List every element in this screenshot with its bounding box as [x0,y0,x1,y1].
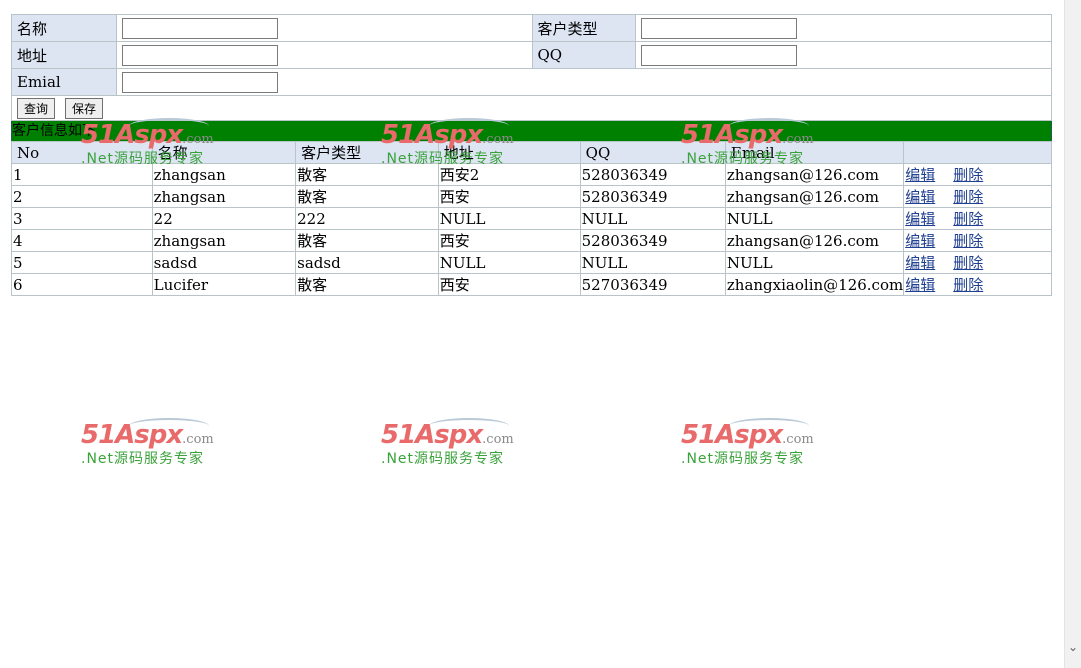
cell-qq: 528036349 [579,229,726,252]
customer-grid: No 名称 客户类型 地址 QQ Email 1 zhangsan 散客 西安2… [11,141,1052,296]
cell-qq: 528036349 [579,185,726,208]
cell-email: zhangxiaolin@126.com [724,273,905,296]
cell-email: zhangsan@126.com [724,185,905,208]
cell-customer-type: 222 [295,207,439,230]
cell-name: Lucifer [151,273,297,296]
table-row: 6 Lucifer 散客 西安 527036349 zhangxiaolin@1… [11,273,1052,296]
customer-type-label: 客户类型 [531,14,637,42]
cell-no: 5 [11,251,153,274]
header-actions [903,141,1052,164]
email-input[interactable] [121,71,278,93]
cell-actions: 编辑 删除 [903,251,1052,274]
cell-address: 西安 [437,185,581,208]
cell-email: NULL [724,251,905,274]
header-name: 名称 [151,141,297,164]
form-row-buttons: 查询 保存 [11,95,1052,121]
cell-qq: NULL [579,251,726,274]
cell-address: NULL [437,251,581,274]
table-row: 4 zhangsan 散客 西安 528036349 zhangsan@126.… [11,229,1052,252]
delete-link[interactable]: 删除 [953,232,983,250]
watermark-logo: 51Aspx.com .Net源码服务专家 [81,418,214,467]
delete-link[interactable]: 删除 [953,254,983,272]
grid-title: 客户信息如下 [11,121,1052,141]
save-button[interactable]: 保存 [65,97,104,119]
cell-name: zhangsan [151,229,297,252]
cell-actions: 编辑 删除 [903,185,1052,208]
cell-actions: 编辑 删除 [903,207,1052,230]
name-label: 名称 [11,14,117,42]
cell-address: 西安2 [437,163,581,186]
form-row-name: 名称 客户类型 [11,14,1052,42]
cell-name: sadsd [151,251,297,274]
customer-page: 名称 客户类型 地址 QQ Emial 查询 保存 客户信息如下 No 名称 客… [11,14,1053,296]
header-customer-type: 客户类型 [295,141,439,164]
cell-name: 22 [151,207,297,230]
cell-no: 2 [11,185,153,208]
cell-customer-type: 散客 [295,229,439,252]
qq-label: QQ [531,41,637,69]
edit-link[interactable]: 编辑 [905,188,935,206]
table-row: 3 22 222 NULL NULL NULL 编辑 删除 [11,207,1052,230]
header-email: Email [724,141,905,164]
cell-address: 西安 [437,229,581,252]
edit-link[interactable]: 编辑 [905,166,935,184]
cell-qq: 528036349 [579,163,726,186]
header-qq: QQ [579,141,726,164]
cell-name: zhangsan [151,185,297,208]
table-row: 1 zhangsan 散客 西安2 528036349 zhangsan@126… [11,163,1052,186]
cell-address: 西安 [437,273,581,296]
cell-email: NULL [724,207,905,230]
cell-no: 1 [11,163,153,186]
cell-actions: 编辑 删除 [903,273,1052,296]
search-form: 名称 客户类型 地址 QQ Emial 查询 保存 [11,14,1053,121]
cell-no: 6 [11,273,153,296]
email-label: Emial [11,68,117,96]
edit-link[interactable]: 编辑 [905,254,935,272]
cell-customer-type: 散客 [295,273,439,296]
cell-actions: 编辑 删除 [903,229,1052,252]
customer-type-input[interactable] [641,17,798,39]
edit-link[interactable]: 编辑 [905,210,935,228]
cell-no: 4 [11,229,153,252]
cell-no: 3 [11,207,153,230]
edit-link[interactable]: 编辑 [905,276,935,294]
grid-header-row: No 名称 客户类型 地址 QQ Email [11,141,1052,164]
cell-name: zhangsan [151,163,297,186]
query-button[interactable]: 查询 [17,97,56,119]
qq-input[interactable] [641,44,798,66]
delete-link[interactable]: 删除 [953,210,983,228]
cell-email: zhangsan@126.com [724,163,905,186]
table-row: 5 sadsd sadsd NULL NULL NULL 编辑 删除 [11,251,1052,274]
cell-email: zhangsan@126.com [724,229,905,252]
header-no: No [11,141,153,164]
delete-link[interactable]: 删除 [953,166,983,184]
edit-link[interactable]: 编辑 [905,232,935,250]
name-input[interactable] [121,17,278,39]
vertical-scrollbar[interactable]: ⌄ [1064,0,1081,668]
watermark-logo: 51Aspx.com .Net源码服务专家 [681,418,814,467]
form-row-email: Emial [11,68,1053,96]
cell-customer-type: 散客 [295,185,439,208]
chevron-down-icon[interactable]: ⌄ [1068,640,1078,654]
cell-customer-type: 散客 [295,163,439,186]
cell-address: NULL [437,207,581,230]
delete-link[interactable]: 删除 [953,276,983,294]
cell-actions: 编辑 删除 [903,163,1052,186]
table-row: 2 zhangsan 散客 西安 528036349 zhangsan@126.… [11,185,1052,208]
address-label: 地址 [11,41,117,69]
form-row-address: 地址 QQ [11,41,1052,69]
cell-qq: 527036349 [579,273,726,296]
address-input[interactable] [121,44,278,66]
watermark-logo: 51Aspx.com .Net源码服务专家 [381,418,514,467]
delete-link[interactable]: 删除 [953,188,983,206]
header-address: 地址 [437,141,581,164]
cell-qq: NULL [579,207,726,230]
cell-customer-type: sadsd [295,251,439,274]
